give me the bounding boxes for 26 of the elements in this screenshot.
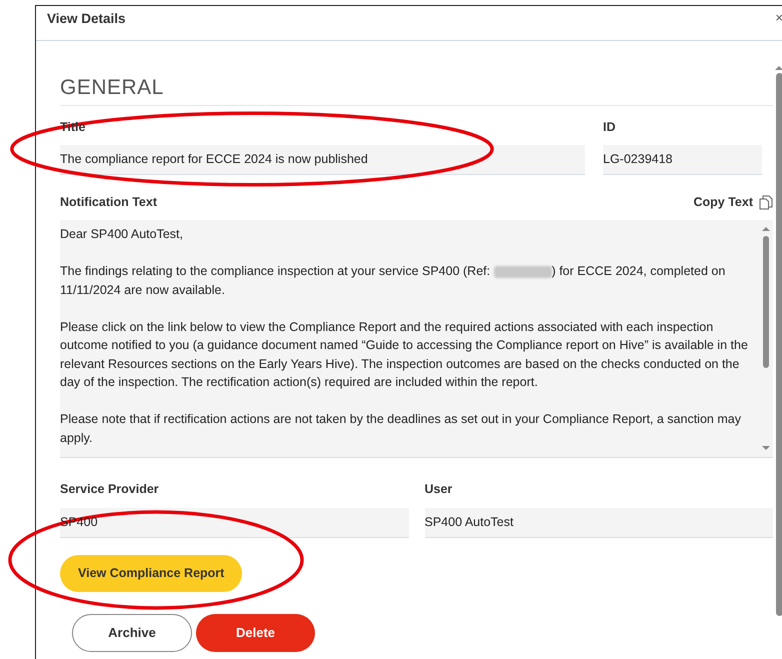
notification-paragraph: Dear SP400 AutoTest,	[60, 226, 184, 243]
dialog-title: View Details	[47, 10, 126, 28]
field-label: Service Provider	[60, 481, 159, 498]
notification-paragraph: The findings relating to the compliance inspection at your service SP400 (Ref: ) for ECCE 2024, completed on 11/11/2024 are now available.	[60, 263, 726, 298]
readonly-field[interactable]: LG-0239418	[603, 145, 762, 176]
field-label: ID	[603, 118, 616, 136]
copy-text-link[interactable]: Copy Text	[694, 193, 753, 212]
readonly-field[interactable]: The compliance report for ECCE 2024 is now published	[60, 145, 585, 176]
readonly-field[interactable]: SP400 AutoTest	[424, 508, 773, 538]
field-label: Notification Text	[60, 194, 157, 212]
scroll-thumb[interactable]	[763, 236, 769, 368]
notification-paragraph: Please note that if rectification actions are not taken by the deadlines as set out in your Compliance Report, a sanction may apply.	[60, 411, 742, 447]
redaction-mark	[494, 266, 552, 278]
scroll-thumb[interactable]	[776, 73, 782, 616]
view-report-button[interactable]: View Compliance Report	[60, 554, 242, 592]
scroll-down-icon[interactable]	[762, 445, 770, 451]
delete-button[interactable]: Delete	[196, 614, 315, 652]
section-heading: GENERAL	[60, 76, 164, 99]
copy-icon[interactable]	[759, 195, 773, 210]
scroll-up-icon[interactable]	[775, 65, 782, 71]
scroll-up-icon[interactable]	[762, 226, 770, 232]
notification-paragraph: Please click on the link below to view the Compliance Report and the required actions associated with each inspection outcome notified to you (a guidance document named “Guide to accessing the Compliance report on Hive” is available in the relevant Resources sections on the Early Years Hive). The inspection outcomes are based on the checks conducted on the day of the inspection. The rectification action(s) required are included within the report.	[60, 318, 749, 391]
field-label: User	[424, 481, 452, 498]
archive-button[interactable]: Archive	[72, 614, 192, 652]
close-button[interactable]: ×	[775, 11, 782, 24]
notification-textarea[interactable]	[60, 220, 773, 458]
